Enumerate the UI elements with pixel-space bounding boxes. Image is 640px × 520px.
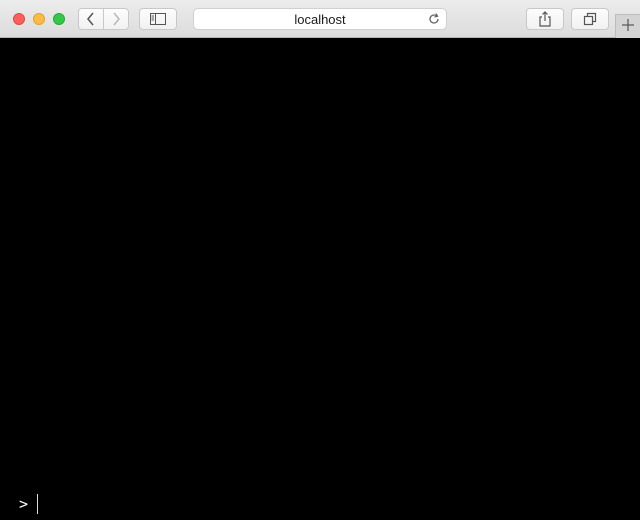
address-bar[interactable]: localhost [193,8,447,30]
tabs-overview-icon [583,12,597,26]
tabs-overview-button[interactable] [571,8,609,30]
sidebar-icon [150,13,166,25]
close-window-button[interactable] [13,13,25,25]
share-icon [538,11,552,27]
forward-button[interactable] [103,8,129,30]
minimize-window-button[interactable] [33,13,45,25]
terminal-area[interactable]: > [0,38,640,520]
new-tab-button[interactable] [615,14,640,38]
sidebar-button[interactable] [139,8,177,30]
back-button[interactable] [78,8,104,30]
chevron-left-icon [86,12,96,26]
chevron-right-icon [111,12,121,26]
share-button[interactable] [526,8,564,30]
prompt-line[interactable]: > [19,493,39,515]
browser-window: localhost > [0,0,640,520]
prompt-symbol: > [19,495,29,513]
browser-toolbar: localhost [0,0,640,38]
address-text: localhost [294,12,346,27]
plus-icon [622,18,634,36]
reload-icon[interactable] [427,12,441,26]
text-cursor [37,494,39,514]
maximize-window-button[interactable] [53,13,65,25]
